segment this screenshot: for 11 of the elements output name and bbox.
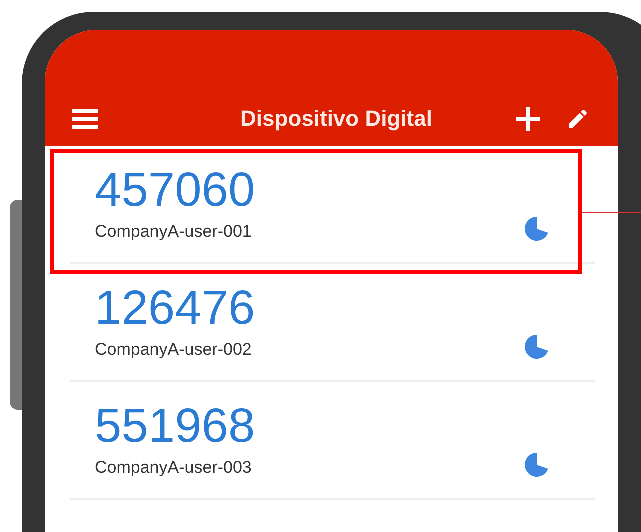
account-name: CompanyA-user-002 xyxy=(95,340,253,360)
timer-icon xyxy=(524,452,550,478)
one-time-code[interactable]: 126476 xyxy=(95,284,256,334)
leader-line xyxy=(582,212,641,213)
one-time-code[interactable]: 551968 xyxy=(95,402,256,452)
app-title: Dispositivo Digital xyxy=(240,106,434,132)
account-name: CompanyA-user-001 xyxy=(95,222,253,242)
timer-icon xyxy=(524,216,550,242)
timer-icon xyxy=(524,334,550,360)
one-time-code[interactable]: 457060 xyxy=(95,166,256,216)
account-name: CompanyA-user-003 xyxy=(95,458,253,478)
